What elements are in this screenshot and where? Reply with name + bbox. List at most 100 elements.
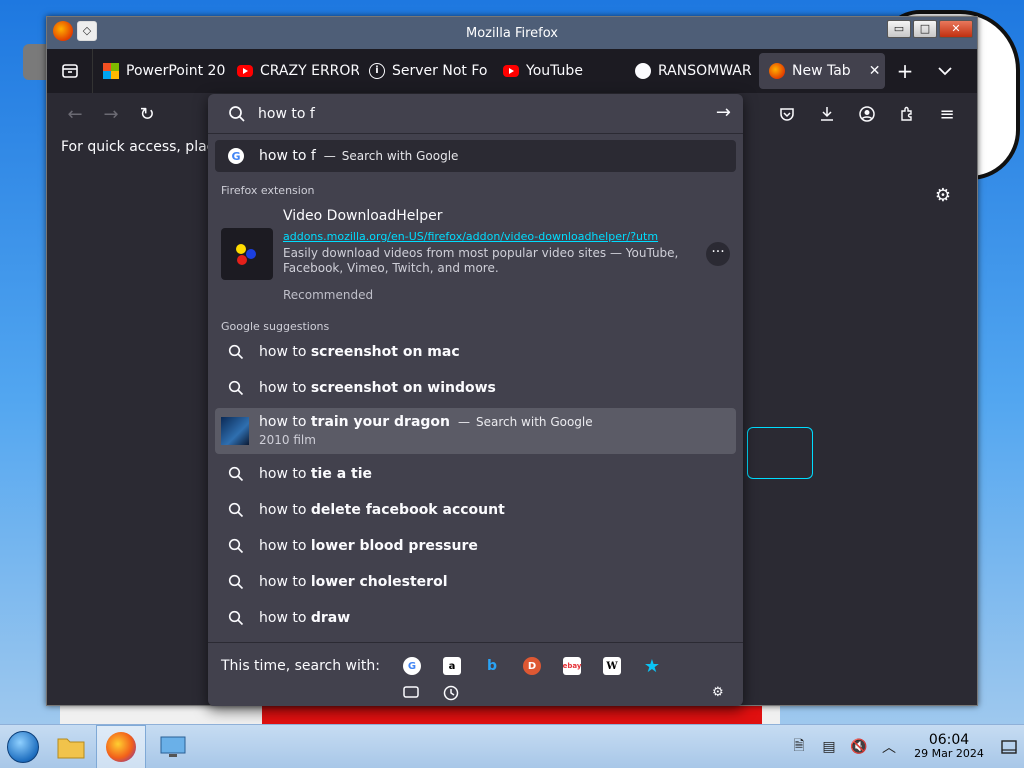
pocket-button[interactable] bbox=[769, 98, 805, 130]
reload-button[interactable]: ↻ bbox=[129, 98, 165, 130]
tabs-search-button[interactable] bbox=[403, 685, 419, 703]
taskbar-firefox[interactable] bbox=[96, 725, 146, 768]
separator: — bbox=[458, 415, 470, 429]
window-title: Mozilla Firefox bbox=[466, 26, 558, 41]
bing-engine-button[interactable]: b bbox=[483, 657, 501, 675]
tab-new-tab[interactable]: New Tab ✕ bbox=[759, 53, 885, 89]
suggestion-prefix: how to bbox=[259, 466, 311, 482]
result-menu-button[interactable]: ··· bbox=[706, 242, 730, 266]
suggestion-prefix: how to bbox=[259, 502, 311, 518]
tab-powerpoint[interactable]: PowerPoint 20 bbox=[93, 53, 227, 89]
video-downloadhelper-icon bbox=[221, 228, 273, 280]
tab-youtube[interactable]: YouTube bbox=[493, 53, 625, 89]
search-suggestion[interactable]: how to delete facebook account bbox=[215, 494, 736, 526]
close-button[interactable]: ✕ bbox=[939, 20, 973, 38]
title-bar[interactable]: ◇ Mozilla Firefox ▭ □ ✕ bbox=[47, 17, 977, 49]
folder-icon bbox=[57, 738, 85, 759]
search-icon bbox=[227, 465, 245, 483]
windows-orb-icon bbox=[7, 731, 39, 763]
new-tab-button[interactable]: + bbox=[885, 53, 925, 89]
history-icon bbox=[443, 685, 459, 701]
back-button[interactable]: ← bbox=[57, 98, 93, 130]
forward-button[interactable]: → bbox=[93, 98, 129, 130]
new-tab-search-box[interactable] bbox=[747, 427, 813, 479]
notes-icon[interactable]: 🗎 bbox=[784, 725, 814, 768]
search-suggestion[interactable]: how to screenshot on mac bbox=[215, 336, 736, 368]
firefox-view-button[interactable] bbox=[47, 49, 93, 93]
ebay-engine-button[interactable]: ebay bbox=[563, 657, 581, 675]
google-engine-button[interactable]: G bbox=[403, 657, 421, 675]
suggestion-prefix: how to bbox=[259, 344, 311, 360]
clock[interactable]: 06:04 29 Mar 2024 bbox=[904, 733, 994, 761]
rich-search-suggestion[interactable]: how to train your dragon — Search with Goo… bbox=[215, 408, 736, 454]
search-icon bbox=[227, 573, 245, 591]
search-icon bbox=[227, 609, 245, 627]
clipboard-icon[interactable]: ▤ bbox=[814, 725, 844, 768]
downloads-button[interactable] bbox=[809, 98, 845, 130]
search-icon bbox=[229, 106, 245, 122]
wikipedia-engine-button[interactable]: W bbox=[603, 657, 621, 675]
tab-label: New Tab bbox=[792, 63, 851, 79]
search-settings-button[interactable]: ⚙ bbox=[712, 685, 724, 700]
extensions-icon bbox=[901, 106, 912, 121]
tab-server-not-found[interactable]: i Server Not Fo bbox=[359, 53, 493, 89]
suggestion-text: lower cholesterol bbox=[310, 574, 448, 590]
search-suggestion[interactable]: how to lower cholesterol bbox=[215, 566, 736, 598]
gear-icon[interactable]: ⚙ bbox=[935, 185, 951, 206]
go-button[interactable]: → bbox=[716, 102, 731, 123]
list-all-tabs-button[interactable] bbox=[925, 53, 965, 89]
system-tray: 🗎 ▤ 🔇 ︿ 06:04 29 Mar 2024 bbox=[784, 725, 1024, 768]
search-suggestion[interactable]: how to draw bbox=[215, 602, 736, 634]
suggestion-text: screenshot on windows bbox=[310, 380, 496, 396]
suggestion-prefix: how to bbox=[259, 610, 311, 626]
tab-label: YouTube bbox=[526, 63, 583, 79]
extension-url[interactable]: addons.mozilla.org/en-US/firefox/addon/v… bbox=[283, 230, 693, 243]
account-button[interactable] bbox=[849, 98, 885, 130]
taskbar-remote-desktop[interactable] bbox=[148, 725, 198, 768]
search-suggestion[interactable]: how to screenshot on windows bbox=[215, 372, 736, 404]
tab-crazy-error[interactable]: CRAZY ERROR bbox=[227, 53, 359, 89]
extensions-button[interactable] bbox=[889, 98, 925, 130]
tab-label: PowerPoint 20 bbox=[126, 63, 226, 79]
muted-speaker-icon[interactable]: 🔇 bbox=[844, 725, 874, 768]
amazon-engine-button[interactable]: a bbox=[443, 657, 461, 675]
youtube-icon bbox=[237, 65, 253, 77]
suggestion-prefix: how to bbox=[259, 574, 311, 590]
tab-bar: PowerPoint 20 CRAZY ERROR i Server Not F… bbox=[47, 49, 977, 93]
suggestion-prefix: how to bbox=[259, 380, 311, 396]
start-button[interactable] bbox=[2, 725, 44, 768]
urlbar-input[interactable] bbox=[258, 102, 678, 126]
search-suggestion[interactable]: how to lower blood pressure bbox=[215, 530, 736, 562]
pocket-icon bbox=[780, 108, 794, 121]
suggestion-action: Search with Google bbox=[476, 415, 593, 429]
search-suggestion[interactable]: how to tie a tie bbox=[215, 458, 736, 490]
bookmarks-search-button[interactable]: ★ bbox=[643, 656, 661, 677]
section-label-suggestions: Google suggestions bbox=[221, 320, 330, 333]
svg-text:G: G bbox=[231, 150, 240, 163]
urlbar[interactable]: → bbox=[208, 94, 743, 134]
heuristic-result[interactable]: G how to f — Search with Google bbox=[215, 140, 736, 172]
duckduckgo-engine-button[interactable]: D bbox=[523, 657, 541, 675]
app-menu-button[interactable]: ≡ bbox=[929, 98, 965, 130]
taskbar-file-explorer[interactable] bbox=[46, 725, 96, 768]
chevron-down-icon bbox=[938, 67, 952, 76]
firefox-view-icon bbox=[61, 64, 78, 78]
tab-label: Server Not Fo bbox=[392, 63, 488, 79]
tab-ransomware[interactable]: RANSOMWAR bbox=[625, 53, 759, 89]
search-icon bbox=[227, 379, 245, 397]
history-search-button[interactable] bbox=[443, 685, 459, 705]
tab-close-icon[interactable]: ✕ bbox=[869, 63, 881, 79]
separator: — bbox=[323, 149, 336, 163]
extension-suggestion[interactable]: Video DownloadHelper addons.mozilla.org/… bbox=[215, 202, 736, 306]
suggestion-text: tie a tie bbox=[310, 466, 373, 482]
suggestion-text: screenshot on mac bbox=[310, 344, 460, 360]
github-icon bbox=[635, 63, 651, 79]
show-desktop-icon[interactable] bbox=[994, 725, 1024, 768]
one-off-label: This time, search with: bbox=[221, 658, 380, 674]
minimize-button[interactable]: ▭ bbox=[887, 20, 911, 38]
recommended-badge: Recommended bbox=[283, 288, 374, 302]
search-icon bbox=[227, 343, 245, 361]
chevron-up-icon[interactable]: ︿ bbox=[874, 725, 904, 768]
maximize-button[interactable]: □ bbox=[913, 20, 937, 38]
suggestion-text: draw bbox=[310, 610, 351, 626]
